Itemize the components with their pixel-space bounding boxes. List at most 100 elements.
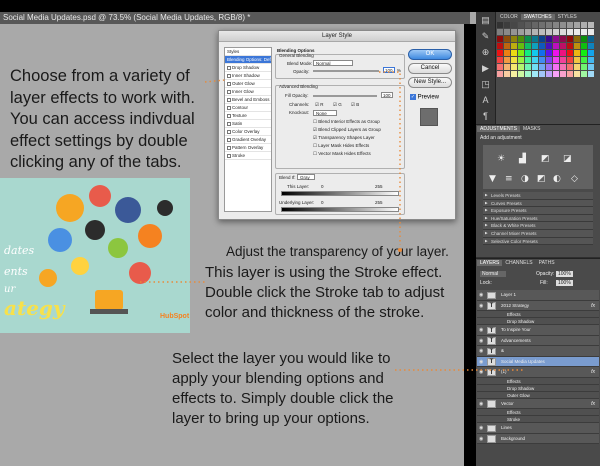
color-swatch[interactable] [581, 50, 587, 56]
opacity-slider[interactable] [313, 70, 379, 72]
style-item[interactable]: Inner Glow [225, 88, 271, 96]
style-item[interactable]: Drop Shadow [225, 64, 271, 72]
color-swatch[interactable] [532, 43, 538, 49]
color-swatch[interactable] [588, 36, 594, 42]
color-swatch[interactable] [497, 57, 503, 63]
color-swatch[interactable] [560, 43, 566, 49]
color-swatch[interactable] [567, 29, 573, 35]
cancel-button[interactable]: Cancel [408, 63, 452, 74]
color-swatch[interactable] [574, 22, 580, 28]
color-swatch[interactable] [532, 50, 538, 56]
color-swatch[interactable] [546, 43, 552, 49]
ok-button[interactable]: OK [408, 49, 452, 60]
color-swatch[interactable] [546, 36, 552, 42]
layer-row[interactable]: ◉ Layer 1 [477, 290, 599, 301]
color-swatch[interactable] [518, 71, 524, 77]
tab-adjustments[interactable]: ADJUSTMENTS [477, 126, 520, 132]
preview-checkbox[interactable]: ✓ Preview [410, 94, 439, 101]
color-swatch[interactable] [539, 22, 545, 28]
layer-row[interactable]: ◉ Vector fx [477, 398, 599, 409]
layer-effect-row[interactable]: Effects [477, 311, 599, 318]
color-swatch[interactable] [539, 50, 545, 56]
color-swatch[interactable] [553, 71, 559, 77]
color-swatch[interactable] [504, 36, 510, 42]
preset-item[interactable]: Curves Presets [483, 199, 593, 208]
fill-opacity-slider[interactable] [313, 95, 377, 97]
layer-row[interactable]: ◉ T 2012 Strategy fx [477, 300, 599, 312]
color-swatch[interactable] [560, 64, 566, 70]
color-swatch[interactable] [511, 50, 517, 56]
color-swatch[interactable] [511, 43, 517, 49]
color-swatch[interactable] [504, 71, 510, 77]
color-swatch[interactable] [497, 36, 503, 42]
blend-if-select[interactable]: Gray [297, 174, 315, 180]
color-swatch[interactable] [518, 43, 524, 49]
actions-icon[interactable]: ▶ [476, 60, 495, 76]
style-checkbox[interactable] [227, 73, 231, 78]
visibility-eye-icon[interactable]: ◉ [479, 325, 483, 336]
color-swatch[interactable] [504, 22, 510, 28]
color-swatch[interactable] [588, 29, 594, 35]
layer-row[interactable]: ◉ T (1) fx [477, 367, 599, 378]
history-icon[interactable]: ▤ [476, 12, 495, 28]
style-item[interactable]: Outer Glow [225, 80, 271, 88]
style-checkbox[interactable] [227, 153, 231, 158]
color-swatch[interactable] [553, 57, 559, 63]
color-swatch[interactable] [588, 50, 594, 56]
color-swatch[interactable] [511, 22, 517, 28]
color-swatch[interactable] [560, 71, 566, 77]
knockout-select[interactable]: None [313, 110, 337, 116]
check-blend-interior[interactable]: ☐ Blend Interior Effects as Group [313, 119, 380, 125]
color-swatch[interactable] [525, 22, 531, 28]
color-swatch[interactable] [574, 43, 580, 49]
navigator-icon[interactable]: ◳ [476, 76, 495, 92]
visibility-eye-icon[interactable]: ◉ [479, 301, 483, 312]
color-swatch[interactable] [504, 57, 510, 63]
color-swatch[interactable] [574, 57, 580, 63]
color-swatch[interactable] [567, 57, 573, 63]
layer-row[interactable]: ◉ T To Inspire Your [477, 325, 599, 336]
style-checkbox[interactable] [227, 129, 231, 134]
color-swatch[interactable] [511, 29, 517, 35]
layer-effect-row[interactable]: Effects [477, 409, 599, 416]
brush-icon[interactable]: ✎ [476, 28, 495, 44]
color-swatch[interactable] [574, 29, 580, 35]
color-swatch[interactable] [553, 22, 559, 28]
tab-paths[interactable]: PATHS [536, 260, 558, 266]
paragraph-icon[interactable]: ¶ [476, 108, 495, 124]
color-swatch[interactable] [497, 71, 503, 77]
style-item[interactable]: Stroke [225, 152, 271, 160]
style-checkbox[interactable] [227, 121, 231, 126]
color-swatch[interactable] [525, 43, 531, 49]
color-swatch[interactable] [504, 64, 510, 70]
color-swatch[interactable] [539, 43, 545, 49]
color-swatch[interactable] [553, 36, 559, 42]
color-swatch[interactable] [567, 36, 573, 42]
layer-row[interactable]: ◉ T Advancements [477, 335, 599, 346]
style-item[interactable]: Contour [225, 104, 271, 112]
color-swatch[interactable] [511, 71, 517, 77]
check-vector-mask[interactable]: ☐ Vector Mask Hides Effects [313, 151, 371, 157]
color-swatch[interactable] [560, 29, 566, 35]
color-swatch[interactable] [546, 22, 552, 28]
color-swatch[interactable] [588, 43, 594, 49]
color-swatch[interactable] [567, 22, 573, 28]
fx-icon[interactable]: fx [591, 367, 595, 378]
color-swatch[interactable] [574, 71, 580, 77]
color-swatch[interactable] [518, 57, 524, 63]
style-item[interactable]: Blending Options: Default [225, 56, 271, 64]
style-checkbox[interactable] [227, 97, 231, 102]
channel-r[interactable]: ☑ R [315, 102, 324, 108]
color-swatch[interactable] [574, 36, 580, 42]
color-swatch[interactable] [539, 36, 545, 42]
tab-swatches[interactable]: SWATCHES [520, 14, 555, 20]
style-item[interactable]: Styles [225, 48, 271, 56]
color-swatch[interactable] [504, 43, 510, 49]
color-swatch[interactable] [567, 43, 573, 49]
clone-source-icon[interactable]: ⊕ [476, 44, 495, 60]
preset-item[interactable]: Selective Color Presets [483, 237, 593, 246]
color-swatch[interactable] [574, 50, 580, 56]
color-swatch[interactable] [511, 64, 517, 70]
style-checkbox[interactable] [227, 113, 231, 118]
color-swatch[interactable] [532, 64, 538, 70]
